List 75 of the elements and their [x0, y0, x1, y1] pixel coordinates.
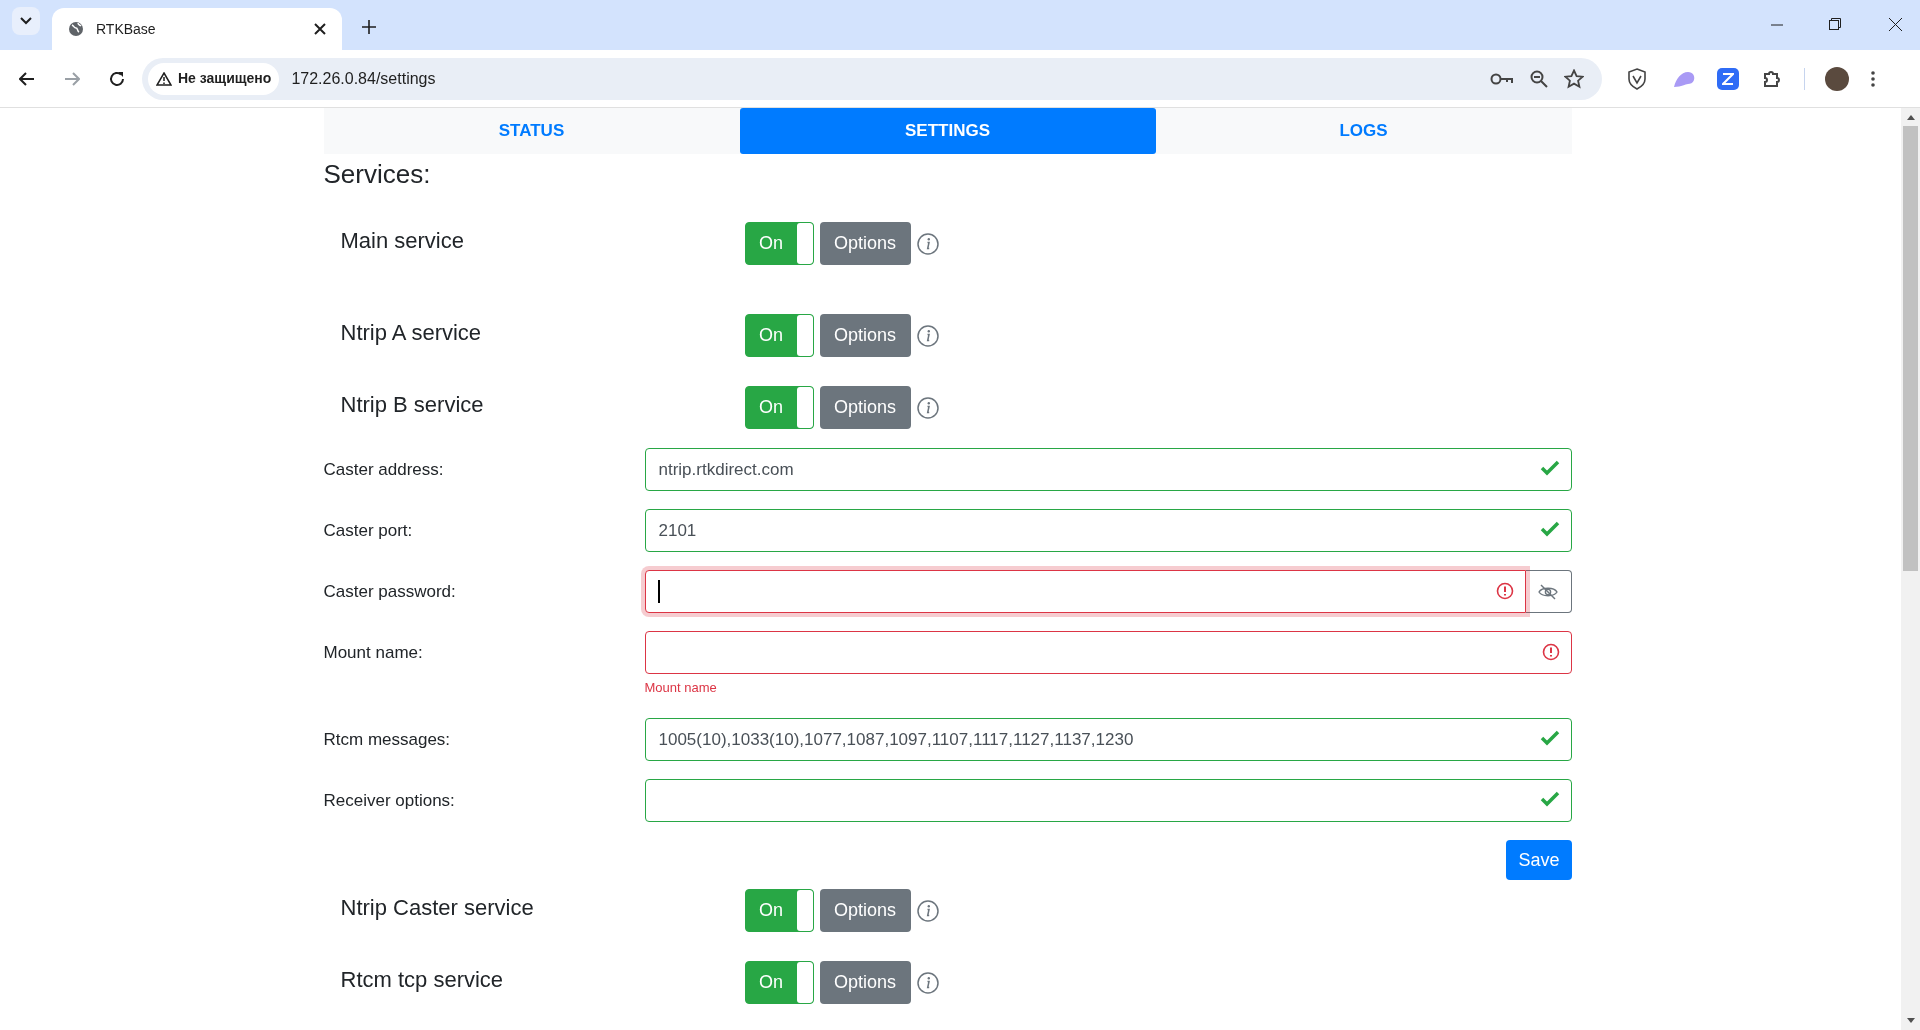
service-toggle[interactable]: On	[744, 386, 814, 429]
error-icon	[1495, 582, 1514, 600]
tab-list-button[interactable]	[12, 7, 40, 35]
checkmark-icon	[1539, 730, 1560, 746]
service-name: Ntrip Caster service	[340, 894, 535, 922]
url-text: 172.26.0.84/settings	[291, 68, 437, 89]
globe-icon	[68, 21, 84, 37]
service-toggle[interactable]: On	[744, 314, 814, 357]
eye-slash-icon	[1538, 583, 1558, 600]
info-icon[interactable]	[916, 396, 939, 419]
browser-tab[interactable]: RTKBase	[52, 8, 342, 50]
toggle-visibility-button[interactable]	[1525, 570, 1572, 613]
new-tab-icon[interactable]	[362, 20, 376, 34]
shield-check-icon[interactable]	[1627, 67, 1647, 90]
close-window-icon[interactable]	[1889, 18, 1902, 31]
save-button[interactable]: Save	[1506, 840, 1572, 880]
options-button[interactable]: Options	[819, 386, 911, 429]
options-button[interactable]: Options	[819, 314, 911, 357]
reload-icon[interactable]	[109, 70, 125, 87]
options-button[interactable]: Options	[819, 222, 911, 265]
menu-icon[interactable]	[1871, 70, 1875, 87]
service-toggle[interactable]: On	[744, 222, 814, 265]
options-button[interactable]: Options	[819, 889, 911, 932]
chevron-down-icon	[20, 17, 32, 25]
service-name: Ntrip A service	[340, 319, 483, 347]
input-field[interactable]	[644, 570, 1526, 613]
info-icon[interactable]	[916, 899, 939, 922]
field-label: Mount name:	[323, 641, 424, 664]
nav-tab[interactable]: SETTINGS	[739, 108, 1156, 154]
service-name: Main service	[340, 227, 465, 255]
info-icon[interactable]	[916, 232, 939, 255]
input-field[interactable]: 1005(10),1033(10),1077,1087,1097,1107,1117,1127,1137,1230	[644, 718, 1572, 761]
address-bar[interactable]: Не защищено 172.26.0.84/settings	[142, 57, 1602, 100]
puzzle-icon[interactable]	[1762, 68, 1782, 89]
section-title: Services:	[323, 158, 432, 191]
input-field[interactable]	[644, 631, 1572, 674]
forward-arrow-icon[interactable]	[64, 71, 80, 86]
checkmark-icon	[1539, 791, 1560, 807]
security-label: Не защищено	[178, 69, 272, 88]
input-field[interactable]: 2101	[644, 509, 1572, 552]
service-toggle[interactable]: On	[744, 961, 814, 1004]
zoom-out-icon[interactable]	[1530, 69, 1548, 88]
back-arrow-icon[interactable]	[19, 71, 35, 86]
profile-avatar[interactable]	[1825, 66, 1849, 91]
info-icon[interactable]	[916, 971, 939, 994]
star-icon[interactable]	[1564, 68, 1584, 89]
warning-icon	[156, 71, 172, 86]
service-name: Rtcm tcp service	[340, 966, 505, 994]
field-label: Caster address:	[323, 458, 445, 481]
input-field[interactable]	[644, 779, 1572, 822]
checkmark-icon	[1539, 460, 1560, 476]
field-label: Receiver options:	[323, 789, 456, 812]
key-icon[interactable]	[1490, 71, 1514, 86]
field-label: Rtcm messages:	[323, 728, 452, 751]
nav-tab[interactable]: STATUS	[323, 108, 740, 154]
field-label: Caster port:	[323, 519, 414, 542]
close-icon[interactable]	[314, 23, 326, 35]
scroll-up-icon[interactable]	[1906, 114, 1915, 120]
checkmark-icon	[1539, 521, 1560, 537]
service-toggle[interactable]: On	[744, 889, 814, 932]
nav-tab[interactable]: LOGS	[1155, 108, 1572, 154]
service-name: Ntrip B service	[340, 391, 485, 419]
tab-title: RTKBase	[96, 19, 157, 39]
security-chip[interactable]: Не защищено	[148, 62, 280, 95]
validation-message: Mount name	[644, 680, 718, 695]
text-cursor	[657, 580, 660, 603]
options-button[interactable]: Options	[819, 961, 911, 1004]
field-label: Caster password:	[323, 580, 457, 603]
input-field[interactable]: ntrip.rtkdirect.com	[644, 448, 1572, 491]
error-icon	[1541, 643, 1560, 661]
extension-icon[interactable]	[1717, 67, 1739, 90]
scrollbar[interactable]	[1901, 108, 1920, 1030]
info-icon[interactable]	[916, 324, 939, 347]
scroll-down-icon[interactable]	[1906, 1018, 1915, 1024]
restore-icon[interactable]	[1829, 18, 1841, 30]
